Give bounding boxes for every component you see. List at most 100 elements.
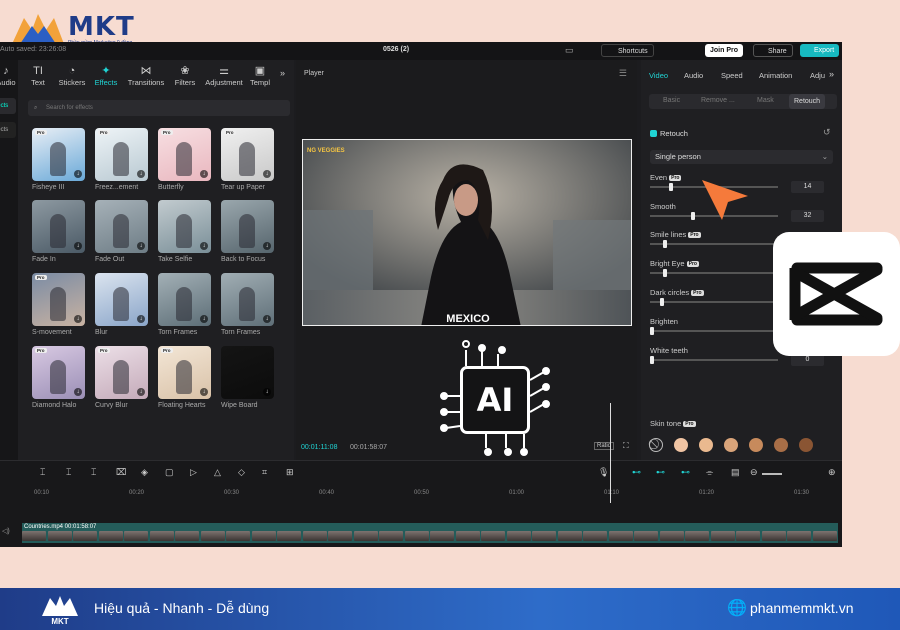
snap-icon[interactable]: ⊷ bbox=[681, 467, 690, 478]
slider-knob[interactable] bbox=[650, 327, 654, 335]
split-icon[interactable]: ⌶ bbox=[40, 467, 45, 478]
freeze-icon[interactable]: ▢ bbox=[165, 467, 174, 478]
skin-tone-swatch[interactable] bbox=[674, 438, 688, 452]
skin-tone-swatch[interactable] bbox=[774, 438, 788, 452]
effect-thumbnail[interactable]: Pro ↓ bbox=[158, 346, 211, 399]
download-icon[interactable]: ↓ bbox=[263, 388, 271, 396]
effect-thumbnail[interactable]: Pro ↓ bbox=[32, 273, 85, 326]
download-icon[interactable]: ↓ bbox=[200, 315, 208, 323]
tab-adjust[interactable]: Adju bbox=[810, 71, 825, 80]
effect-thumbnail[interactable]: Pro ↓ bbox=[158, 128, 211, 181]
slider-knob[interactable] bbox=[662, 240, 667, 248]
effect-thumbnail[interactable]: ↓ bbox=[95, 273, 148, 326]
download-icon[interactable]: ↓ bbox=[74, 315, 82, 323]
video-clip-track[interactable]: Countries.mp4 00:01:58:07 bbox=[22, 523, 838, 543]
tab-audio-props[interactable]: Audio bbox=[684, 71, 703, 80]
microphone-icon[interactable]: 🎙 bbox=[598, 467, 609, 478]
download-icon[interactable]: ↓ bbox=[74, 388, 82, 396]
effect-thumbnail[interactable]: Pro ↓ bbox=[221, 128, 274, 181]
download-icon[interactable]: ↓ bbox=[200, 242, 208, 250]
param-slider[interactable] bbox=[650, 269, 778, 277]
slider-knob[interactable] bbox=[662, 269, 667, 277]
effect-thumbnail[interactable]: Pro ↓ bbox=[32, 346, 85, 399]
link-icon[interactable]: ⊷ bbox=[632, 467, 641, 478]
skin-tone-swatch[interactable] bbox=[749, 438, 763, 452]
ratio-button[interactable]: Ratio bbox=[594, 442, 615, 450]
shortcuts-button[interactable]: Shortcuts bbox=[601, 44, 654, 57]
play-icon[interactable]: ▷ bbox=[190, 467, 197, 478]
skin-tone-swatch[interactable] bbox=[699, 438, 713, 452]
warning-icon[interactable]: △ bbox=[214, 467, 221, 478]
subtab-basic[interactable]: Basic bbox=[663, 97, 680, 104]
effect-thumbnail[interactable]: Pro ↓ bbox=[95, 346, 148, 399]
zoom-in-icon[interactable]: ⊕ bbox=[828, 467, 836, 478]
download-icon[interactable]: ↓ bbox=[200, 170, 208, 178]
layout-icon[interactable]: ▭ bbox=[565, 45, 574, 56]
subtab-mask[interactable]: Mask bbox=[757, 97, 774, 104]
effect-thumbnail[interactable]: Pro ↓ bbox=[95, 128, 148, 181]
preview-icon[interactable]: ▤ bbox=[731, 467, 740, 478]
tab-transitions[interactable]: ⋈ Transitions bbox=[126, 64, 166, 87]
param-slider[interactable] bbox=[650, 240, 778, 248]
tab-video[interactable]: Video bbox=[649, 71, 668, 80]
split-left-icon[interactable]: ⌶ bbox=[66, 467, 71, 478]
download-icon[interactable]: ↓ bbox=[74, 242, 82, 250]
tab-templates[interactable]: ▣ Templ bbox=[242, 64, 278, 87]
video-preview[interactable]: NG VEGGIES MEXICO bbox=[302, 139, 632, 326]
crop-icon[interactable]: ⌗ bbox=[262, 467, 267, 478]
magnet-icon[interactable]: ⊷ bbox=[656, 467, 665, 478]
download-icon[interactable]: ↓ bbox=[263, 242, 271, 250]
no-skin-tone-icon[interactable]: ⃠ bbox=[649, 438, 663, 452]
download-icon[interactable]: ↓ bbox=[263, 315, 271, 323]
split-screen-icon[interactable]: ⌯ bbox=[706, 467, 713, 478]
fullscreen-icon[interactable]: ⛶ bbox=[623, 441, 629, 451]
effect-thumbnail[interactable]: ↓ bbox=[221, 346, 274, 399]
download-icon[interactable]: ↓ bbox=[137, 242, 145, 250]
slider-knob[interactable] bbox=[669, 183, 674, 191]
slider-knob[interactable] bbox=[650, 356, 654, 364]
share-button[interactable]: Share bbox=[753, 44, 793, 57]
ai-cut-icon[interactable]: ⊞ bbox=[286, 467, 294, 478]
param-value-input[interactable]: 14 bbox=[791, 181, 824, 193]
tab-filters[interactable]: ❀ Filters bbox=[165, 64, 205, 87]
skin-tone-swatch[interactable] bbox=[724, 438, 738, 452]
download-icon[interactable]: ↓ bbox=[74, 170, 82, 178]
delete-icon[interactable]: ⌧ bbox=[116, 467, 126, 478]
effect-thumbnail[interactable]: ↓ bbox=[221, 200, 274, 253]
download-icon[interactable]: ↓ bbox=[200, 388, 208, 396]
category-tab[interactable]: Effects bbox=[0, 122, 16, 138]
download-icon[interactable]: ↓ bbox=[137, 388, 145, 396]
tab-effects[interactable]: ✦ Effects bbox=[86, 64, 126, 87]
effects-search-input[interactable]: ⌕ Search for effects bbox=[28, 100, 290, 116]
slider-knob[interactable] bbox=[660, 298, 665, 306]
export-button[interactable]: Export bbox=[800, 44, 840, 57]
category-tab-active[interactable]: Effects bbox=[0, 98, 16, 114]
track-audio-icon[interactable]: ◁) bbox=[2, 527, 10, 535]
zoom-out-icon[interactable]: ⊖ bbox=[750, 467, 758, 478]
effect-thumbnail[interactable]: ↓ bbox=[95, 200, 148, 253]
param-value-input[interactable]: 32 bbox=[791, 210, 824, 222]
tab-speed[interactable]: Speed bbox=[721, 71, 743, 80]
footer-website[interactable]: phanmemmkt.vn bbox=[750, 600, 853, 616]
subtab-remove[interactable]: Remove ... bbox=[701, 97, 735, 104]
retouch-checkbox[interactable] bbox=[650, 130, 657, 137]
subtab-retouch[interactable]: Retouch bbox=[789, 94, 826, 109]
param-slider[interactable] bbox=[650, 327, 778, 335]
effect-thumbnail[interactable]: ↓ bbox=[158, 200, 211, 253]
more-tabs-icon[interactable]: » bbox=[829, 69, 834, 79]
download-icon[interactable]: ↓ bbox=[263, 170, 271, 178]
effect-thumbnail[interactable]: ↓ bbox=[158, 273, 211, 326]
reset-icon[interactable]: ↺ bbox=[823, 127, 831, 138]
param-slider[interactable] bbox=[650, 298, 778, 306]
zoom-slider[interactable] bbox=[762, 473, 782, 475]
download-icon[interactable]: ↓ bbox=[137, 170, 145, 178]
slider-knob[interactable] bbox=[690, 212, 695, 220]
download-icon[interactable]: ↓ bbox=[137, 315, 145, 323]
skin-tone-swatch[interactable] bbox=[799, 438, 813, 452]
effect-thumbnail[interactable]: Pro ↓ bbox=[32, 128, 85, 181]
tab-adjustment[interactable]: ⚌ Adjustment bbox=[204, 64, 244, 87]
effect-thumbnail[interactable]: ↓ bbox=[221, 273, 274, 326]
effect-thumbnail[interactable]: ↓ bbox=[32, 200, 85, 253]
mask-icon[interactable]: ◈ bbox=[141, 467, 148, 478]
join-pro-button[interactable]: Join Pro bbox=[705, 44, 744, 57]
